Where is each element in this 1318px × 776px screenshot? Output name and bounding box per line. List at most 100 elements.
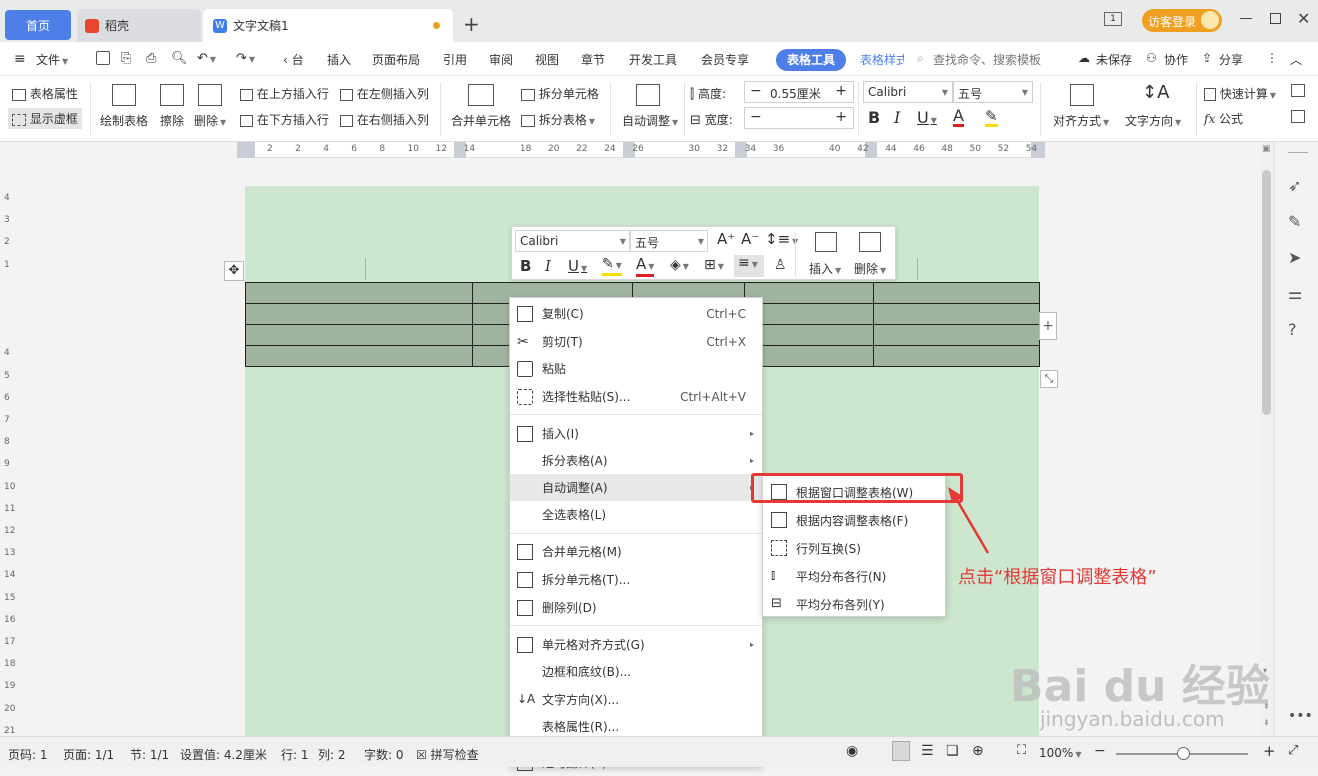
mini-size-select[interactable]: 五号 ▼ — [630, 230, 708, 252]
menu-item-select-table[interactable]: 全选表格(L) — [510, 501, 762, 528]
menu-item-text-direction[interactable]: ↓A 文字方向(X)... — [510, 686, 762, 713]
redo-icon[interactable]: ↷ ▼ — [236, 51, 255, 66]
export-icon[interactable]: ⎘ — [121, 51, 131, 66]
submenu-item-distribute-rows[interactable]: ⫾ 平均分布各行(N) — [763, 562, 945, 590]
share-button[interactable]: 分享 — [1219, 51, 1243, 68]
collapse-ribbon-icon[interactable]: ︿ — [1290, 51, 1302, 68]
undo-icon[interactable]: ↶ ▼ — [197, 51, 216, 66]
decrease-width-button[interactable]: − — [750, 109, 762, 125]
table-move-handle-icon[interactable]: ✥ — [224, 261, 244, 281]
delete-button[interactable]: 删除 ▼ — [194, 112, 226, 129]
table-cell[interactable] — [744, 303, 874, 325]
mini-shading-icon[interactable]: ◈ ▼ — [670, 257, 689, 273]
split-cells-button[interactable]: 拆分单元格 — [521, 85, 599, 102]
insert-above-button[interactable]: 在上方插入行 — [240, 85, 329, 102]
maximize-icon[interactable] — [1270, 13, 1281, 24]
fullscreen-icon[interactable]: ⤢ — [1288, 743, 1298, 758]
page-view-icon[interactable] — [892, 741, 910, 761]
menu-item-layout[interactable]: 页面布局 — [372, 51, 420, 68]
scroll-page-down-icon[interactable]: ⇟ — [1263, 718, 1270, 727]
increase-width-button[interactable]: + — [835, 109, 847, 125]
erase-button[interactable]: 擦除 — [160, 112, 184, 129]
tab-document[interactable]: W 文字文稿1 — [203, 9, 453, 42]
zoom-in-button[interactable]: + — [1263, 742, 1276, 760]
status-section[interactable]: 节: 1/1 — [130, 746, 169, 763]
underline-button[interactable]: U ▼ — [917, 108, 937, 127]
align-button[interactable]: 对齐方式 ▼ — [1053, 112, 1109, 129]
insert-below-button[interactable]: 在下方插入行 — [240, 111, 329, 128]
table-cell[interactable] — [744, 345, 874, 367]
menu-item-review[interactable]: 审阅 — [489, 51, 513, 68]
zoom-slider-thumb[interactable] — [1177, 747, 1190, 760]
add-column-button[interactable]: + — [1039, 312, 1057, 340]
mini-insert-button[interactable]: 插入 ▼ — [809, 260, 841, 277]
draw-table-button[interactable]: 绘制表格 — [100, 112, 148, 129]
visitor-login-button[interactable]: 访客登录 — [1142, 9, 1222, 32]
close-icon[interactable]: ✕ — [1297, 9, 1310, 28]
formula-button[interactable]: fx 公式 — [1204, 110, 1243, 127]
scroll-top-icon[interactable]: ▣ — [1262, 144, 1271, 154]
mini-border-icon[interactable]: ⊞ ▼ — [704, 257, 724, 273]
auto-adjust-button[interactable]: 自动调整 ▼ — [622, 112, 678, 129]
tab-home[interactable]: 首页 — [5, 10, 71, 40]
page-badge[interactable]: 1 — [1104, 12, 1122, 26]
mini-format-painter-icon[interactable]: ♙ — [774, 257, 787, 273]
mini-align-icon[interactable]: ≡ ▼ — [734, 255, 764, 277]
collab-button[interactable]: 协作 — [1164, 51, 1188, 68]
table-cell[interactable] — [744, 282, 874, 304]
status-row[interactable]: 行: 1 — [281, 746, 309, 763]
mini-underline-button[interactable]: U ▼ — [568, 257, 587, 275]
width-stepper[interactable]: − + — [744, 107, 854, 129]
hamburger-icon[interactable]: ≡ — [14, 51, 26, 67]
help-icon[interactable]: ? — [1288, 320, 1297, 339]
unsaved-status[interactable]: 未保存 — [1096, 51, 1132, 68]
menu-item-merge-cells[interactable]: 合并单元格(M) — [510, 538, 762, 565]
cursor-icon[interactable]: ➤ — [1288, 248, 1301, 267]
font-select[interactable]: Calibri ▼ — [863, 81, 953, 103]
menu-item-auto-adjust[interactable]: 自动调整(A) ▸ — [510, 474, 762, 501]
increase-height-button[interactable]: + — [835, 83, 847, 99]
italic-button[interactable]: I — [894, 108, 900, 127]
more-icon[interactable]: ••• — [1288, 708, 1313, 724]
new-tab-button[interactable]: + — [463, 12, 480, 36]
table-cell[interactable] — [245, 324, 473, 346]
height-value[interactable]: 0.55厘米 — [770, 85, 821, 102]
table-cell[interactable] — [245, 345, 473, 367]
merge-cells-button[interactable]: 合并单元格 — [451, 112, 511, 129]
status-page-code[interactable]: 页码: 1 — [8, 746, 48, 763]
menu-item-paste-special[interactable]: 选择性粘贴(S)... Ctrl+Alt+V — [510, 383, 762, 410]
reading-view-icon[interactable]: ❏ — [946, 743, 959, 759]
web-view-icon[interactable]: ⊕ — [972, 743, 984, 759]
settings-sliders-icon[interactable]: ⚌ — [1288, 284, 1302, 303]
menu-item-chapter[interactable]: 章节 — [581, 51, 605, 68]
status-words[interactable]: 字数: 0 — [364, 746, 404, 763]
menu-item-reference[interactable]: 引用 — [443, 51, 467, 68]
mini-font-select[interactable]: Calibri ▼ — [515, 230, 630, 252]
more-options-icon[interactable]: ⋮ — [1266, 51, 1278, 65]
menu-item-cell-alignment[interactable]: 单元格对齐方式(G) ▸ — [510, 631, 762, 658]
menu-item-split-table[interactable]: 拆分表格(A) ▸ — [510, 447, 762, 474]
status-setting[interactable]: 设置值: 4.2厘米 — [180, 746, 267, 763]
fit-page-icon[interactable]: ⛶ — [1017, 743, 1026, 758]
decrease-height-button[interactable]: − — [750, 83, 762, 99]
ribbon-extra2-icon[interactable] — [1291, 110, 1305, 123]
submenu-item-transpose[interactable]: 行列互换(S) — [763, 534, 945, 562]
menu-item-start[interactable]: ‹ 台 — [283, 51, 304, 68]
print-preview-icon[interactable]: 🔍︎ — [171, 51, 188, 66]
ribbon-extra-icon[interactable] — [1291, 84, 1305, 97]
menu-item-copy[interactable]: 复制(C) Ctrl+C — [510, 300, 762, 327]
zoom-select[interactable]: 100% ▼ — [1039, 746, 1081, 760]
submenu-item-fit-content[interactable]: 根据内容调整表格(F) — [763, 506, 945, 534]
table-cell[interactable] — [873, 282, 1040, 304]
zoom-out-button[interactable]: − — [1094, 743, 1106, 759]
table-cell[interactable] — [873, 303, 1040, 325]
highlight-button[interactable]: ✎ — [985, 108, 998, 127]
menu-item-split-cells[interactable]: 拆分单元格(T)... — [510, 566, 762, 593]
submenu-item-distribute-columns[interactable]: ⊟ 平均分布各列(Y) — [763, 590, 945, 618]
font-color-button[interactable]: A — [953, 108, 964, 127]
height-stepper[interactable]: − 0.55厘米 + — [744, 81, 854, 103]
tab-table-tools[interactable]: 表格工具 — [776, 49, 846, 71]
table-props-button[interactable]: 表格属性 — [12, 85, 78, 102]
menu-item-member[interactable]: 会员专享 — [701, 51, 749, 68]
menu-file[interactable]: 文件 ▼ — [36, 51, 68, 68]
